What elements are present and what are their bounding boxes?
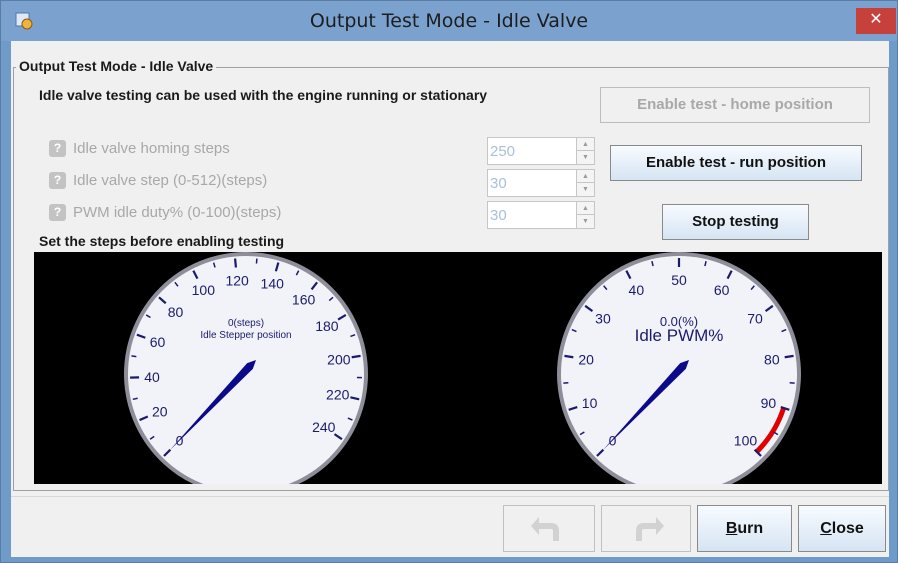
stepper-gauge-tick — [131, 355, 137, 358]
pwm-gauge-tick-label: 70 — [747, 311, 763, 327]
stepper-gauge-title: Idle Stepper position — [200, 330, 291, 341]
pwm-gauge-tick-label: 100 — [734, 432, 758, 448]
pwm-gauge-tick-label: 60 — [714, 282, 730, 298]
pwm-gauge-tick-label: 40 — [629, 282, 645, 298]
spin-down-icon[interactable]: ▼ — [577, 183, 594, 196]
spin-down-icon[interactable]: ▼ — [577, 151, 594, 164]
stepper-gauge-tick-label: 160 — [292, 292, 316, 308]
spin-up-icon[interactable]: ▲ — [577, 170, 594, 183]
burn-button[interactable]: Burn — [697, 505, 792, 552]
pwm-duty-spinner[interactable]: ▲ ▼ — [487, 201, 595, 229]
close-window-button[interactable]: ✕ — [856, 8, 896, 34]
undo-arrow-icon — [531, 517, 559, 541]
window-title: Output Test Mode - Idle Valve — [309, 10, 589, 32]
burn-mnemonic: B — [725, 520, 738, 537]
undo-button[interactable] — [503, 505, 595, 552]
burn-label-rest: urn — [737, 520, 764, 537]
stepper-gauge-tick — [351, 354, 361, 359]
redo-button[interactable] — [601, 505, 691, 552]
stepper-gauge-tick-label: 60 — [150, 334, 166, 350]
stepper-gauge-tick-label: 100 — [192, 282, 216, 298]
app-window: Output Test Mode - Idle Valve ✕ Output T… — [0, 0, 898, 563]
pwm-gauge-tick — [564, 354, 574, 359]
redo-arrow-icon — [636, 517, 664, 541]
help-icon[interactable]: ? — [49, 140, 66, 157]
stepper-gauge-tick-label: 40 — [144, 369, 160, 385]
stepper-gauge-tick — [233, 258, 238, 268]
field-row-pwm-duty: ? PWM idle duty% (0-100)(steps) ▲ ▼ — [49, 201, 599, 229]
pwm-gauge-tick-label: 20 — [578, 351, 594, 367]
stepper-gauge-value-text: 0(steps) — [228, 318, 264, 329]
close-button[interactable]: Close — [798, 505, 886, 552]
stepper-gauge-tick-label: 120 — [225, 272, 249, 288]
bottom-bar: Burn Close — [11, 496, 889, 557]
valve-step-input[interactable] — [488, 170, 574, 196]
stepper-gauge-tick-label: 140 — [261, 276, 285, 292]
spin-up-icon[interactable]: ▲ — [577, 138, 594, 151]
enable-run-button[interactable]: Enable test - run position — [610, 145, 862, 181]
pwm-gauge-title: Idle PWM% — [635, 326, 724, 345]
homing-steps-spinner[interactable]: ▲ ▼ — [487, 137, 595, 165]
pwm-gauge-tick-label: 30 — [595, 311, 611, 327]
close-mnemonic: C — [820, 520, 832, 537]
gauge-panel: 0204060801001201401601802002202400(steps… — [34, 252, 882, 496]
group-title: Output Test Mode - Idle Valve — [16, 58, 217, 74]
pwm-gauge-tick-label: 10 — [582, 395, 598, 411]
dialog-body: Output Test Mode - Idle Valve Idle valve… — [11, 41, 889, 557]
title-bar[interactable]: Output Test Mode - Idle Valve ✕ — [1, 1, 897, 41]
pwm-gauge-tick — [784, 354, 794, 359]
pwm-duty-input[interactable] — [488, 202, 574, 228]
pwm-gauge-tick-label: 80 — [764, 351, 780, 367]
stepper-gauge-tick — [132, 397, 138, 401]
field-label: Idle valve step (0-512)(steps) — [73, 172, 268, 189]
stepper-gauge-tick-label: 240 — [312, 419, 336, 435]
gauges-svg: 0204060801001201401601802002202400(steps… — [124, 252, 801, 496]
stepper-gauge-tick-label: 80 — [168, 304, 184, 320]
stepper-gauge-tick-label: 180 — [315, 318, 339, 334]
stepper-gauge-tick-label: 20 — [152, 403, 168, 419]
description-text: Idle valve testing can be used with the … — [39, 87, 488, 103]
pwm-gauge-tick-label: 50 — [671, 272, 687, 288]
spin-up-icon[interactable]: ▲ — [577, 202, 594, 215]
field-label: Idle valve homing steps — [73, 140, 230, 157]
homing-steps-input[interactable] — [488, 138, 574, 164]
close-label-rest: lose — [831, 520, 864, 537]
stepper-gauge-tick-label: 220 — [326, 387, 350, 403]
help-icon[interactable]: ? — [49, 204, 66, 221]
pwm-gauge-tick-label: 90 — [761, 395, 777, 411]
valve-step-spinner[interactable]: ▲ ▼ — [487, 169, 595, 197]
stepper-gauge-tick-label: 200 — [327, 351, 351, 367]
enable-home-button[interactable]: Enable test - home position — [600, 87, 870, 123]
stop-testing-button[interactable]: Stop testing — [662, 204, 809, 240]
footer-note: Set the steps before enabling testing — [39, 233, 285, 249]
help-icon[interactable]: ? — [49, 172, 66, 189]
field-row-valve-step: ? Idle valve step (0-512)(steps) ▲ ▼ — [49, 169, 599, 197]
field-row-homing-steps: ? Idle valve homing steps ▲ ▼ — [49, 137, 599, 165]
spin-down-icon[interactable]: ▼ — [577, 215, 594, 228]
field-label: PWM idle duty% (0-100)(steps) — [73, 204, 282, 221]
